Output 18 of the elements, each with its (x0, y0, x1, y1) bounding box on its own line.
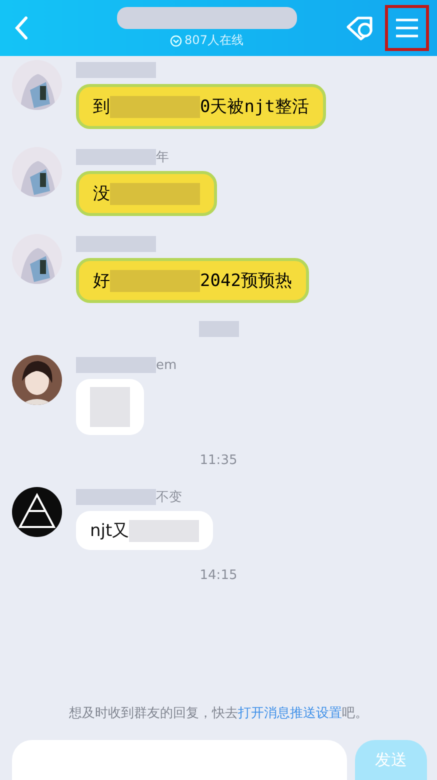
sender-name: em (156, 358, 177, 372)
timestamp: 14:15 (200, 568, 238, 584)
message-bubble[interactable] (76, 379, 144, 435)
message-bubble[interactable]: njt又 (76, 511, 214, 550)
message-bubble[interactable]: 没 (76, 171, 217, 216)
chevron-down-icon (170, 34, 182, 46)
sender-name: 年 (156, 149, 169, 166)
message-bubble[interactable]: 好 2042预预热 (76, 258, 309, 303)
back-icon[interactable] (14, 16, 28, 40)
notice-text: 想及时收到群友的回复，快去打开消息推送设置吧。 (68, 705, 369, 722)
tag-icon[interactable] (345, 15, 375, 41)
online-count: 807人在线 (184, 32, 244, 49)
timestamp: 11:35 (200, 453, 238, 469)
message-bubble[interactable]: 到 0天被njt整活 (76, 84, 326, 129)
blurred-patch (198, 321, 238, 337)
menu-button[interactable] (385, 5, 429, 51)
sender-name: 不变 (156, 489, 182, 506)
menu-icon (395, 18, 419, 38)
